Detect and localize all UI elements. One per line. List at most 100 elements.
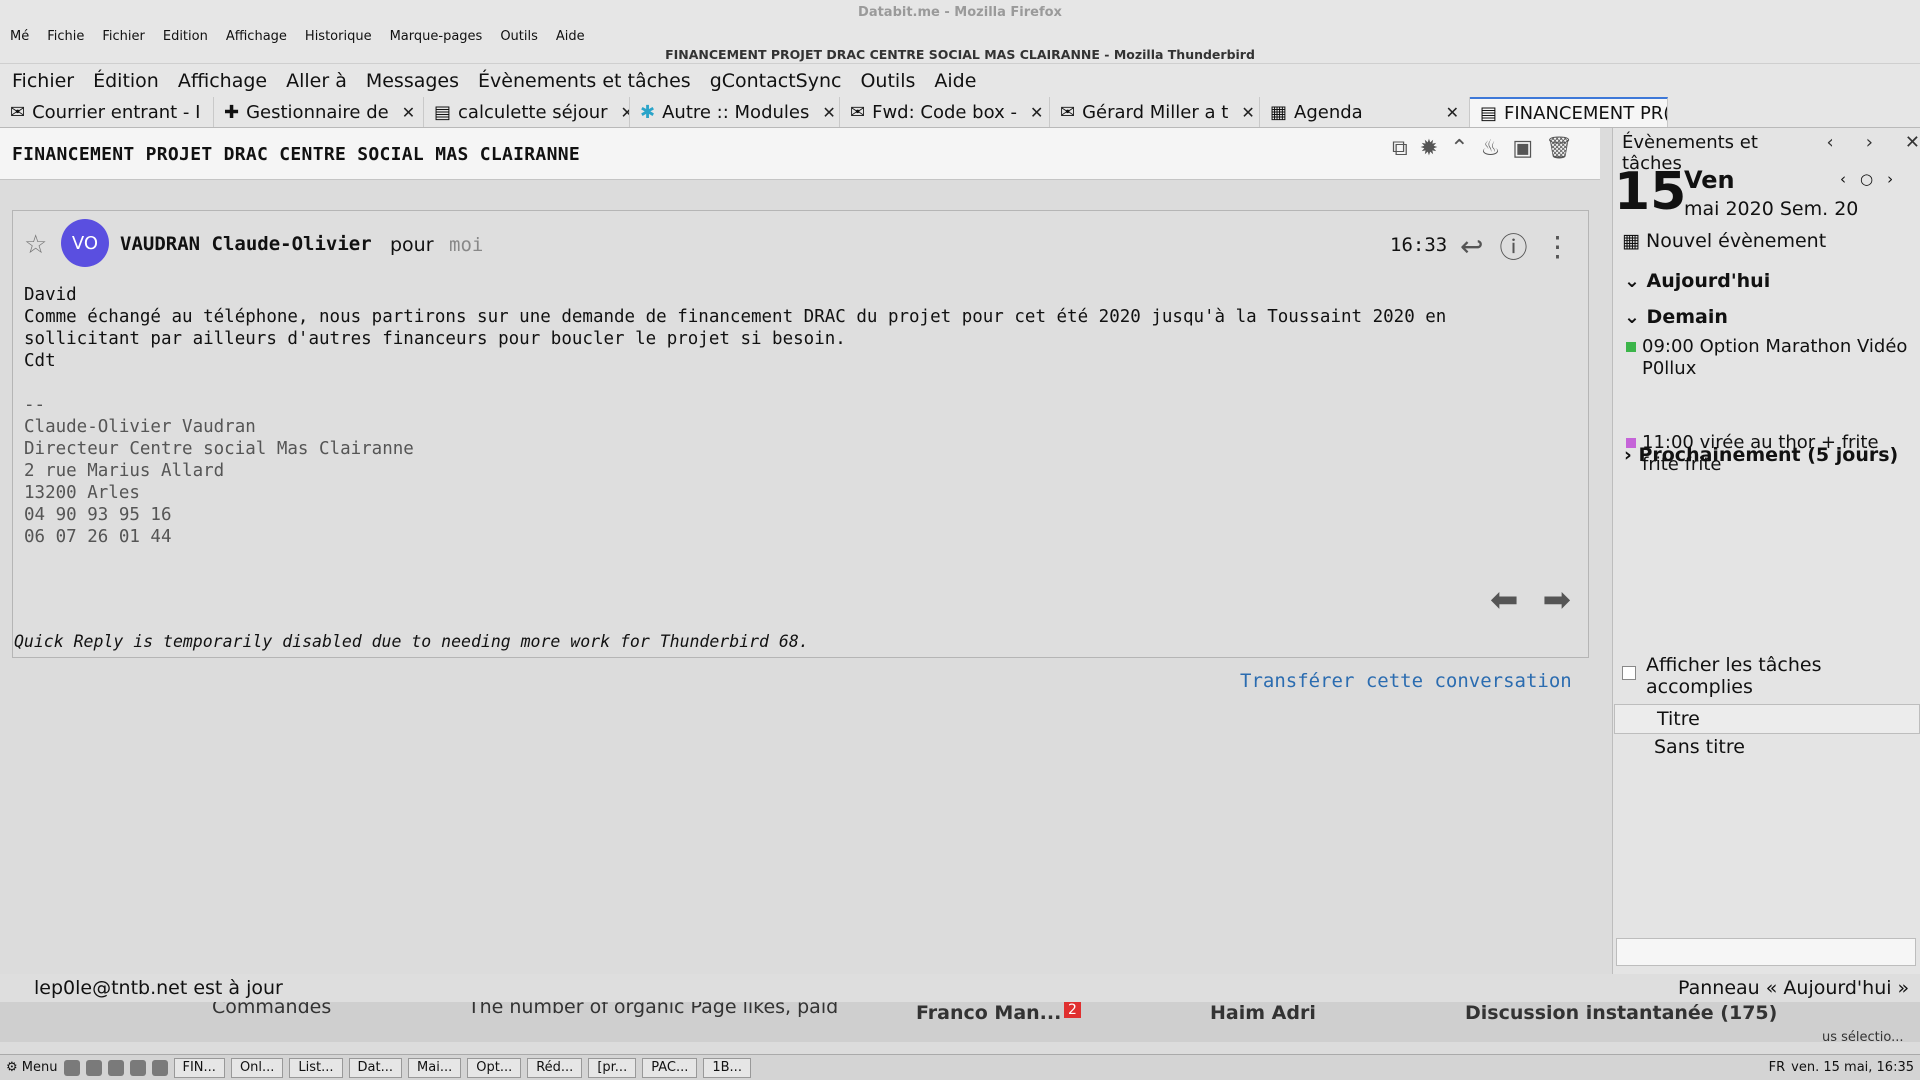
tb-menu-edition[interactable]: Édition: [93, 70, 159, 92]
calendar-add-icon: ▦: [1622, 230, 1640, 252]
tab-label: Agenda: [1294, 101, 1363, 123]
tb-menu-aide[interactable]: Aide: [934, 70, 976, 92]
taskbar-window[interactable]: Réd...: [527, 1057, 583, 1078]
taskbar-window[interactable]: Dat...: [348, 1057, 403, 1078]
task-list-header[interactable]: Titre: [1614, 704, 1920, 734]
menu-button[interactable]: ⚙ Menu: [6, 1060, 58, 1075]
sender-name[interactable]: VAUDRAN Claude-Olivier: [120, 233, 372, 255]
reply-button-icon[interactable]: ⬅: [1490, 580, 1519, 620]
tab-label: Gestionnaire de: [246, 101, 389, 123]
clock[interactable]: ven. 15 mai, 16:35: [1791, 1060, 1914, 1075]
taskbar-window[interactable]: Opt...: [467, 1057, 522, 1078]
event-item[interactable]: 09:00 Option Marathon Vidéo P0llux: [1624, 336, 1910, 380]
tab-label: Gérard Miller a t: [1082, 101, 1229, 123]
close-icon[interactable]: ✕: [1030, 103, 1043, 122]
tb-menu-aller[interactable]: Aller à: [286, 70, 347, 92]
puzzle-icon: ✚: [224, 101, 240, 123]
ff-menu-0[interactable]: Mé: [10, 27, 29, 46]
recipient-name[interactable]: moi: [449, 234, 483, 256]
chat-tab[interactable]: Franco Man...: [916, 1002, 1061, 1024]
message-signature: -- Claude-Olivier Vaudran Directeur Cent…: [24, 395, 414, 547]
more-icon[interactable]: ⋮: [1543, 230, 1571, 263]
ff-menu-5[interactable]: Historique: [305, 27, 372, 46]
app-launcher-icon[interactable]: [151, 1059, 168, 1076]
chat-tab[interactable]: Discussion instantanée (175): [1465, 1002, 1777, 1024]
section-upcoming[interactable]: › Prochainement (5 jours): [1624, 444, 1898, 466]
trash-icon[interactable]: 🗑: [1545, 136, 1573, 161]
app-launcher-icon[interactable]: [107, 1059, 124, 1076]
tab-financement[interactable]: ▤FINANCEMENT PR(✕: [1470, 97, 1668, 127]
ff-menu-2[interactable]: Fichier: [102, 27, 145, 46]
archive-icon[interactable]: ▣: [1512, 136, 1533, 161]
close-icon[interactable]: ✕: [822, 103, 835, 122]
collapse-icon[interactable]: ⌃: [1450, 136, 1468, 161]
app-launcher-icon[interactable]: [85, 1059, 102, 1076]
tb-menu-affichage[interactable]: Affichage: [178, 70, 267, 92]
star-icon[interactable]: ☆: [24, 230, 47, 260]
taskbar-window[interactable]: PAC...: [642, 1057, 698, 1078]
app-launcher-icon[interactable]: [63, 1059, 80, 1076]
forward-button-icon[interactable]: ➡: [1543, 580, 1572, 620]
ff-menu-7[interactable]: Outils: [500, 27, 538, 46]
ff-menu-3[interactable]: Edition: [163, 27, 208, 46]
new-event-button[interactable]: ▦ Nouvel évènement: [1622, 230, 1826, 252]
firefox-menu-bar: Mé Fichie Fichier Edition Affichage Hist…: [0, 27, 1920, 46]
ff-menu-4[interactable]: Affichage: [226, 27, 287, 46]
chat-tab[interactable]: Haim Adri: [1210, 1002, 1316, 1024]
today-pane-toggle[interactable]: Panneau « Aujourd'hui »: [1678, 974, 1909, 1002]
next-icon[interactable]: ›: [1866, 132, 1873, 174]
tab-modules[interactable]: ✱ Autre :: Modules ✕: [630, 97, 840, 127]
tb-menu-messages[interactable]: Messages: [366, 70, 459, 92]
ff-menu-6[interactable]: Marque-pages: [390, 27, 483, 46]
document-icon: ▤: [1480, 102, 1498, 124]
taskbar-window[interactable]: 1B...: [703, 1057, 751, 1078]
taskbar-window[interactable]: [pr...: [588, 1057, 637, 1078]
taskbar-window[interactable]: Onl...: [230, 1057, 284, 1078]
events-tasks-sidebar: [1612, 128, 1920, 974]
tb-menu-evenements[interactable]: Évènements et tâches: [478, 70, 691, 92]
prev-day-icon[interactable]: ‹: [1840, 170, 1846, 188]
new-task-input[interactable]: [1616, 938, 1916, 966]
task-row[interactable]: Sans titre: [1654, 736, 1745, 758]
tab-label: Fwd: Code box -: [872, 101, 1017, 123]
calendar-icon: ▦: [1270, 101, 1288, 123]
bg-item: The number of organic Page likes, paid: [468, 1002, 839, 1018]
tab-inbox[interactable]: ✉ Courrier entrant - I: [0, 97, 214, 127]
taskbar-window[interactable]: Mai...: [408, 1057, 462, 1078]
close-icon[interactable]: ✕: [1446, 103, 1459, 122]
show-done-tasks-checkbox[interactable]: Afficher les tâches accomplies: [1620, 654, 1910, 698]
ff-menu-1[interactable]: Fichie: [47, 27, 84, 46]
reply-icon[interactable]: ↩: [1460, 230, 1483, 263]
background-windows: Commandes The number of organic Page lik…: [0, 1002, 1920, 1042]
tab-calculette[interactable]: ▤ calculette séjour ✕: [424, 97, 630, 127]
taskbar-window[interactable]: FIN...: [173, 1057, 225, 1078]
close-icon[interactable]: ✕: [1241, 103, 1254, 122]
tb-menu-fichier[interactable]: Fichier: [12, 70, 74, 92]
forward-conversation-link[interactable]: Transférer cette conversation: [1240, 670, 1572, 692]
keyboard-layout[interactable]: FR: [1769, 1060, 1786, 1075]
taskbar-window[interactable]: List...: [289, 1057, 343, 1078]
section-today[interactable]: ⌄ Aujourd'hui: [1624, 270, 1770, 292]
avatar: VO: [61, 219, 109, 267]
tb-menu-outils[interactable]: Outils: [860, 70, 915, 92]
settings-icon[interactable]: ✹: [1420, 136, 1438, 161]
next-day-icon[interactable]: ›: [1887, 170, 1893, 188]
close-icon[interactable]: ✕: [621, 103, 629, 122]
burn-icon[interactable]: ♨: [1481, 136, 1501, 161]
ff-menu-8[interactable]: Aide: [556, 27, 585, 46]
tab-code-box[interactable]: ✉ Fwd: Code box - ✕: [840, 97, 1050, 127]
today-dot-icon[interactable]: ○: [1860, 170, 1873, 188]
mail-icon: ✉: [1060, 101, 1076, 123]
mail-icon: ✉: [10, 101, 26, 123]
info-icon[interactable]: ⓘ: [1499, 226, 1527, 266]
section-tomorrow[interactable]: ⌄ Demain: [1624, 306, 1728, 328]
app-launcher-icon[interactable]: [129, 1059, 146, 1076]
tab-gerard-miller[interactable]: ✉ Gérard Miller a t ✕: [1050, 97, 1260, 127]
close-icon[interactable]: ✕: [1905, 132, 1920, 174]
open-external-icon[interactable]: ⧉: [1392, 136, 1408, 161]
tab-agenda[interactable]: ▦ Agenda ✕: [1260, 97, 1470, 127]
tb-menu-gcontactsync[interactable]: gContactSync: [710, 70, 842, 92]
close-icon[interactable]: ✕: [402, 103, 415, 122]
prev-icon[interactable]: ‹: [1827, 132, 1834, 174]
tab-gestionnaire[interactable]: ✚ Gestionnaire de ✕: [214, 97, 424, 127]
